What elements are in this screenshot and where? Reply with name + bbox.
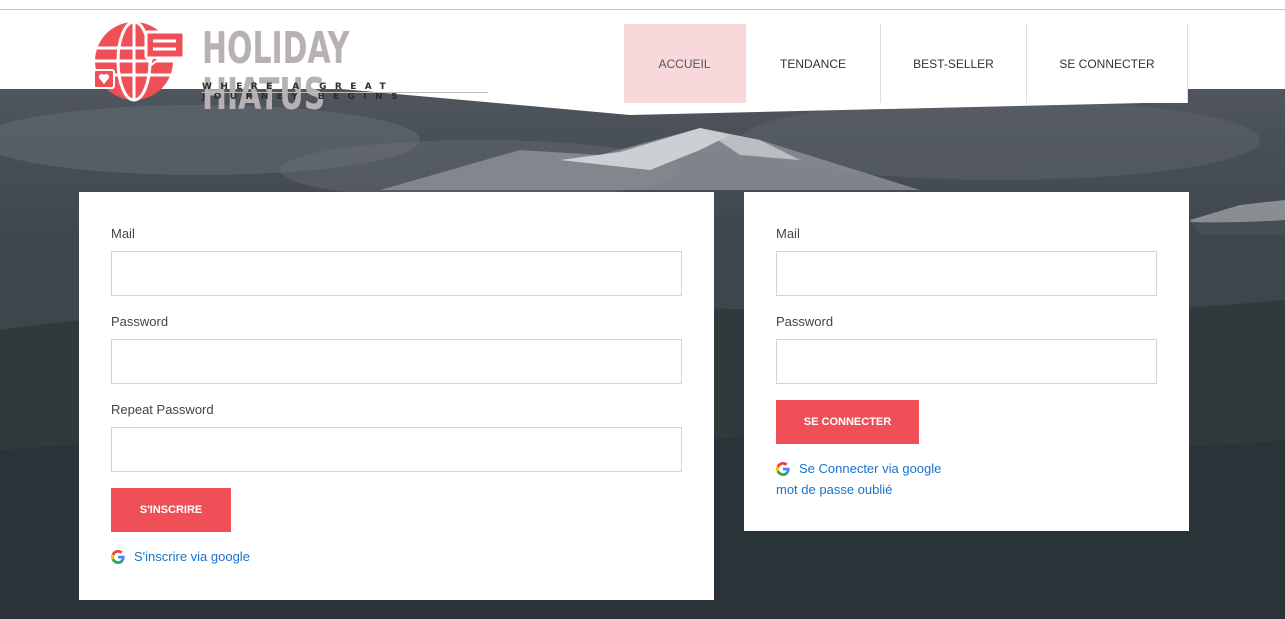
brand-name: HOLIDAY HIATUS <box>202 23 350 120</box>
login-password-label: Password <box>776 314 834 329</box>
tagline-underline <box>202 92 488 93</box>
login-button[interactable]: SE CONNECTER <box>776 400 919 444</box>
signup-mail-label: Mail <box>111 226 135 241</box>
login-mail-input[interactable] <box>776 251 1157 296</box>
login-mail-label: Mail <box>776 226 800 241</box>
main-nav: ACCUEIL TENDANCE BEST-SELLER SE CONNECTE… <box>624 24 1188 103</box>
signup-mail-input[interactable] <box>111 251 682 296</box>
google-g-icon <box>111 549 125 564</box>
signup-password-label: Password <box>111 314 169 329</box>
signup-repeat-password-label: Repeat Password <box>111 402 214 417</box>
forgot-password-link[interactable]: mot de passe oublié <box>776 482 892 497</box>
login-card: Mail Password SE CONNECTER Se Connecter … <box>744 192 1189 531</box>
login-password-input[interactable] <box>776 339 1157 384</box>
signup-google-label: S'inscrire via google <box>134 549 250 564</box>
signup-repeat-password-input[interactable] <box>111 427 682 472</box>
nav-item-best-seller[interactable]: BEST-SELLER <box>881 24 1027 103</box>
login-google-link[interactable]: Se Connecter via google <box>776 461 941 476</box>
nav-item-se-connecter[interactable]: SE CONNECTER <box>1027 24 1188 103</box>
signup-card: Mail Password Repeat Password S'INSCRIRE… <box>79 192 714 600</box>
google-g-icon <box>776 461 790 476</box>
signup-google-link[interactable]: S'inscrire via google <box>111 549 250 564</box>
site-logo[interactable]: HOLIDAY HIATUS WHERE A GREAT JOURNEY BEG… <box>94 20 494 118</box>
browser-top-strip <box>0 0 1285 10</box>
nav-item-accueil[interactable]: ACCUEIL <box>624 24 746 103</box>
signup-button[interactable]: S'INSCRIRE <box>111 488 231 532</box>
signup-password-input[interactable] <box>111 339 682 384</box>
login-google-label: Se Connecter via google <box>799 461 942 476</box>
nav-item-tendance[interactable]: TENDANCE <box>746 24 881 103</box>
globe-chat-icon <box>94 20 186 102</box>
